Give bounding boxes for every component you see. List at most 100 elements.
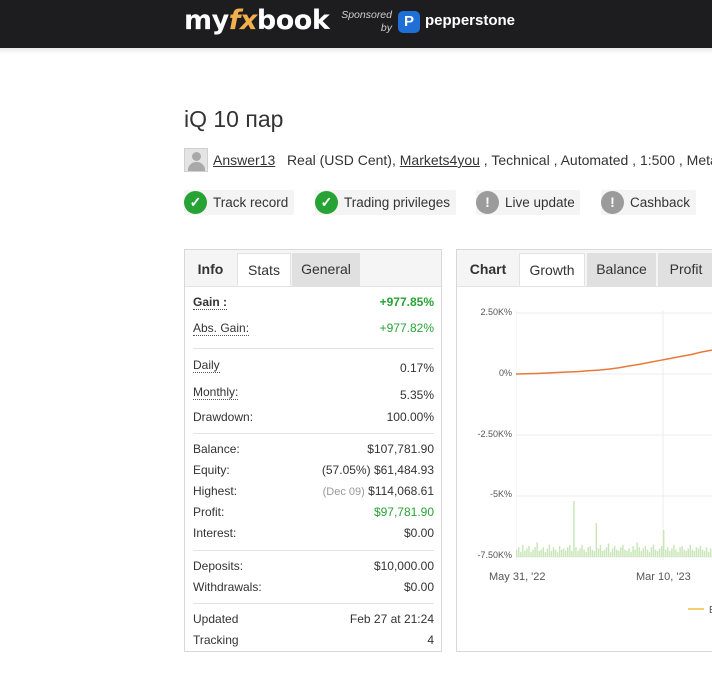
chart-bar (663, 530, 665, 557)
chart-bar (583, 549, 585, 557)
legend-swatch: E (688, 605, 712, 616)
chart-bar (685, 550, 687, 557)
chart-bar (699, 546, 702, 557)
chart-bar (524, 550, 526, 557)
chart-bar (530, 552, 532, 557)
chart-bar (593, 550, 596, 557)
chart-bar (558, 546, 561, 557)
badge-cashback[interactable]: ! Cashback (601, 190, 696, 215)
tracking-label: Tracking (193, 633, 239, 647)
divider (193, 603, 434, 604)
y-tick-label: 2.50K% (480, 307, 512, 317)
chart-bar (560, 549, 563, 557)
daily-value: 0.17% (399, 361, 434, 375)
exclamation-icon: ! (601, 191, 624, 214)
monthly-label[interactable]: Monthly: (193, 385, 239, 400)
growth-chart[interactable] (516, 310, 712, 560)
chart-bar (654, 549, 657, 557)
tab-stats[interactable]: Stats (237, 253, 291, 286)
drawdown-label: Drawdown: (193, 410, 254, 424)
chart-bar (542, 547, 544, 557)
pepperstone-logo-icon[interactable]: P (398, 11, 420, 33)
chart-bar (697, 548, 700, 557)
daily-label[interactable]: Daily (193, 358, 220, 373)
tab-info[interactable]: Info (185, 253, 236, 286)
equity-value: (57.05%) $61,484.93 (321, 463, 434, 477)
user-avatar[interactable] (184, 148, 208, 172)
profit-label: Profit: (193, 505, 225, 519)
interest-label: Interest: (193, 526, 237, 540)
chart-bar (618, 550, 620, 557)
highest-date: (Dec 09) (322, 486, 365, 498)
chart-bar (707, 552, 710, 557)
chart-bar (620, 547, 622, 557)
tab-general[interactable]: General (292, 253, 360, 286)
chart-bar (667, 547, 669, 557)
chart-bar (565, 550, 567, 557)
user-link[interactable]: Answer13 (213, 152, 275, 168)
chart-bar (622, 544, 624, 557)
highest-label: Highest: (193, 484, 238, 498)
chart-bar (652, 544, 655, 557)
withdrawals-value: $0.00 (403, 580, 434, 594)
chart-bar (522, 544, 524, 557)
chart-bar (650, 547, 653, 557)
deposits-label: Deposits: (193, 559, 244, 573)
chart-bar (579, 548, 581, 557)
divider (193, 348, 434, 349)
chart-bar (695, 547, 698, 557)
chart-bar (642, 548, 645, 557)
chart-bar (671, 548, 673, 557)
chart-bar (603, 549, 606, 557)
chart-bar (607, 543, 610, 557)
chart-bar (669, 550, 671, 557)
chart-bar (679, 547, 681, 557)
chart-bar (575, 547, 577, 557)
chart-bar (665, 549, 667, 557)
chart-bar (611, 548, 614, 557)
badge-track-record[interactable]: ✓ Track record (184, 190, 294, 215)
check-icon: ✓ (315, 191, 338, 214)
chart-bar (591, 549, 593, 557)
chart-bar (673, 544, 675, 557)
account-details: , Technical , Automated , 1:500 , MetaT (483, 152, 712, 168)
chart-bar (526, 548, 528, 557)
badge-trading-privileges[interactable]: ✓ Trading privileges (315, 190, 456, 215)
chart-bar (626, 550, 628, 557)
chart-bar (536, 542, 538, 557)
tab-growth[interactable]: Growth (519, 253, 585, 286)
chart-bar (640, 550, 642, 557)
chart-bar (534, 547, 536, 557)
tracking-value: 4 (427, 633, 434, 647)
divider (193, 550, 434, 551)
chart-bar (548, 544, 551, 557)
chart-bar (599, 544, 602, 557)
y-tick-label: -5K% (489, 489, 512, 499)
chart-bar (520, 552, 522, 557)
chart-bar (552, 547, 555, 557)
chart-bar (544, 552, 547, 557)
chart-bar (577, 550, 579, 557)
chart-bar (587, 547, 589, 557)
tab-profit[interactable]: Profit (658, 253, 712, 286)
myfxbook-logo[interactable]: myfxbook (184, 5, 330, 36)
balance-label: Balance: (193, 442, 240, 456)
chart-bar (614, 546, 616, 557)
account-info-line: Answer13 Real (USD Cent), Markets4you , … (213, 152, 712, 168)
gain-label[interactable]: Gain : (193, 295, 228, 310)
broker-link[interactable]: Markets4you (400, 152, 480, 168)
tab-chart[interactable]: Chart (457, 253, 519, 286)
sponsor-name[interactable]: pepperstone (425, 12, 515, 29)
badge-live-update[interactable]: ! Live update (476, 190, 580, 215)
chart-bar (538, 550, 540, 557)
chart-bar (516, 549, 518, 557)
growth-line (516, 349, 712, 375)
chart-bar (644, 546, 647, 557)
abs-gain-label[interactable]: Abs. Gain: (193, 321, 250, 336)
stats-panel: Info Stats General Gain : +977.85% Abs. … (184, 249, 442, 652)
chart-bar (693, 550, 696, 557)
chart-bar (595, 522, 598, 557)
chart-bar (605, 547, 608, 557)
tab-balance[interactable]: Balance (587, 253, 656, 286)
withdrawals-label: Withdrawals: (193, 580, 262, 594)
